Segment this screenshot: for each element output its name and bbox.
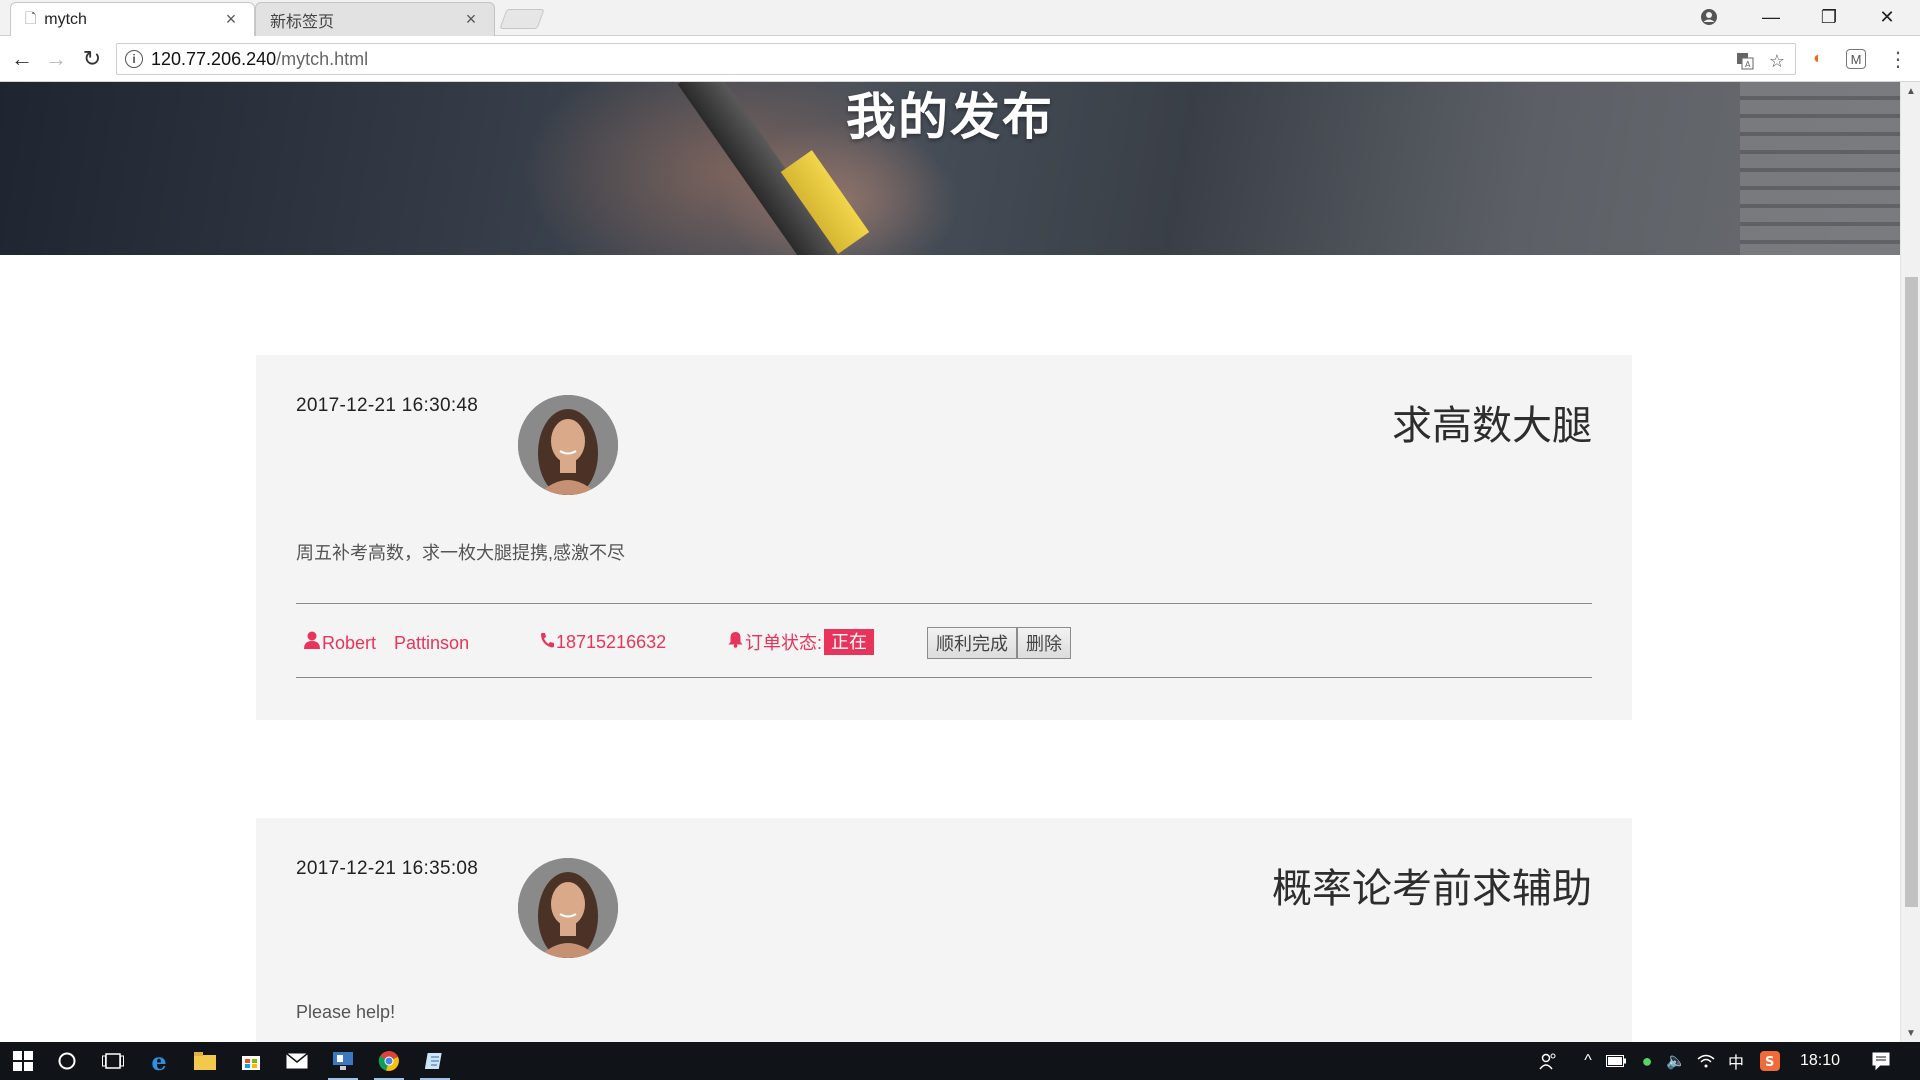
extension-m-icon[interactable]: M (1846, 49, 1866, 69)
phone-icon (540, 632, 554, 653)
close-tab-icon[interactable]: × (222, 9, 240, 30)
wifi-icon[interactable] (1694, 1042, 1718, 1080)
url-path: /mytch.html (276, 48, 369, 69)
mail-icon[interactable] (274, 1042, 320, 1080)
post-card: 2017-12-21 16:35:08 概率论考前求辅助 Please help… (256, 818, 1632, 1042)
post-phone: 18715216632 (540, 627, 666, 657)
post-title: 求高数大腿 (1392, 404, 1592, 448)
restore-button[interactable]: ❐ (1800, 0, 1858, 34)
sogou-input-icon[interactable]: S (1758, 1042, 1782, 1080)
post-card: 2017-12-21 16:30:48 求高数大腿 周五补考高数，求一枚大腿提携… (256, 355, 1632, 720)
post-description: 周五补考高数，求一枚大腿提携,感激不尽 (296, 543, 625, 563)
forward-arrow-icon[interactable]: → (40, 43, 72, 75)
bookmark-star-icon[interactable]: ☆ (1763, 49, 1791, 73)
tab-title: 新标签页 (270, 13, 335, 31)
task-view-icon[interactable] (90, 1042, 136, 1080)
scroll-up-arrow-icon[interactable]: ▲ (1901, 82, 1920, 100)
post-time: 2017-12-21 16:35:08 (296, 858, 479, 879)
taskbar-clock[interactable]: 18:10 (1800, 1042, 1840, 1080)
remote-desktop-icon[interactable] (320, 1042, 366, 1080)
user-name: Robert Pattinson (322, 633, 470, 653)
profile-icon[interactable] (1680, 0, 1738, 34)
phone-number: 18715216632 (556, 631, 667, 652)
hero-banner: 我的发布 (0, 82, 1900, 255)
notepad-icon[interactable] (412, 1042, 458, 1080)
page-scrollbar[interactable]: ▲ ▼ (1900, 82, 1920, 1042)
tab-mytch[interactable]: 🗋 mytch × (10, 2, 255, 36)
action-center-icon[interactable] (1866, 1042, 1896, 1080)
url-host: 120.77.206.240 (151, 48, 277, 69)
tab-new-tab[interactable]: 新标签页 × (255, 2, 495, 36)
extension-icon[interactable]: ◐ (1806, 47, 1830, 71)
divider (296, 677, 1592, 678)
avatar (518, 395, 618, 495)
browser-toolbar: ← → ↻ i 120.77.206.240/mytch.html A ☆ ◐ … (0, 36, 1920, 82)
reload-icon[interactable]: ↻ (76, 43, 108, 75)
ime-indicator[interactable]: 中 (1724, 1042, 1748, 1080)
post-description: Please help! (296, 1002, 396, 1022)
post-user: Robert Pattinson (304, 627, 469, 657)
chevron-up-icon[interactable]: ^ (1576, 1042, 1600, 1080)
page-content: 我的发布 2017-12-21 16:30:48 求高数大腿 周五补考高数，求一… (0, 82, 1900, 1042)
post-time: 2017-12-21 16:30:48 (296, 395, 479, 416)
complete-button[interactable]: 顺利完成 (927, 627, 1017, 659)
taskbar: e ^ ● 🔈 中 S 18:10 (0, 1042, 1920, 1080)
status-label: 订单状态: (745, 633, 823, 653)
people-icon[interactable] (1536, 1042, 1560, 1080)
bell-icon (728, 631, 743, 653)
scroll-down-arrow-icon[interactable]: ▼ (1901, 1024, 1920, 1042)
avatar (518, 858, 618, 958)
delete-button[interactable]: 删除 (1017, 627, 1071, 659)
battery-icon[interactable] (1604, 1042, 1628, 1080)
close-window-button[interactable]: ✕ (1858, 0, 1916, 34)
page-title: 我的发布 (846, 89, 1054, 145)
close-tab-icon[interactable]: × (462, 9, 480, 30)
new-tab-button[interactable] (499, 9, 545, 29)
tab-title: mytch (44, 10, 87, 28)
divider (296, 603, 1592, 604)
address-input[interactable]: i 120.77.206.240/mytch.html A ☆ (116, 43, 1796, 75)
cortana-search-icon[interactable] (44, 1042, 90, 1080)
browser-tab-bar: 🗋 mytch × 新标签页 × — ❐ ✕ (0, 0, 1920, 36)
page-icon: 🗋 (25, 9, 37, 26)
user-icon (304, 631, 320, 654)
windows-start-icon[interactable] (0, 1042, 46, 1080)
scrollbar-thumb[interactable] (1905, 277, 1918, 907)
translate-icon[interactable]: A (1731, 49, 1759, 73)
minimize-button[interactable]: — (1742, 0, 1800, 34)
volume-muted-icon[interactable]: 🔈 (1664, 1042, 1688, 1080)
svg-text:S: S (1765, 1055, 1774, 1070)
chrome-icon[interactable] (366, 1042, 412, 1080)
status-badge: 正在 (824, 629, 875, 655)
wechat-icon[interactable]: ● (1634, 1042, 1660, 1080)
info-icon[interactable]: i (125, 50, 143, 68)
store-icon[interactable] (228, 1042, 274, 1080)
post-title: 概率论考前求辅助 (1272, 867, 1592, 911)
file-explorer-icon[interactable] (182, 1042, 228, 1080)
menu-kebab-icon[interactable]: ⋮ (1886, 47, 1910, 71)
edge-browser-icon[interactable]: e (136, 1042, 182, 1080)
back-arrow-icon[interactable]: ← (6, 43, 38, 75)
order-status: 订单状态: 正在 (728, 627, 875, 657)
svg-text:A: A (1745, 60, 1751, 69)
